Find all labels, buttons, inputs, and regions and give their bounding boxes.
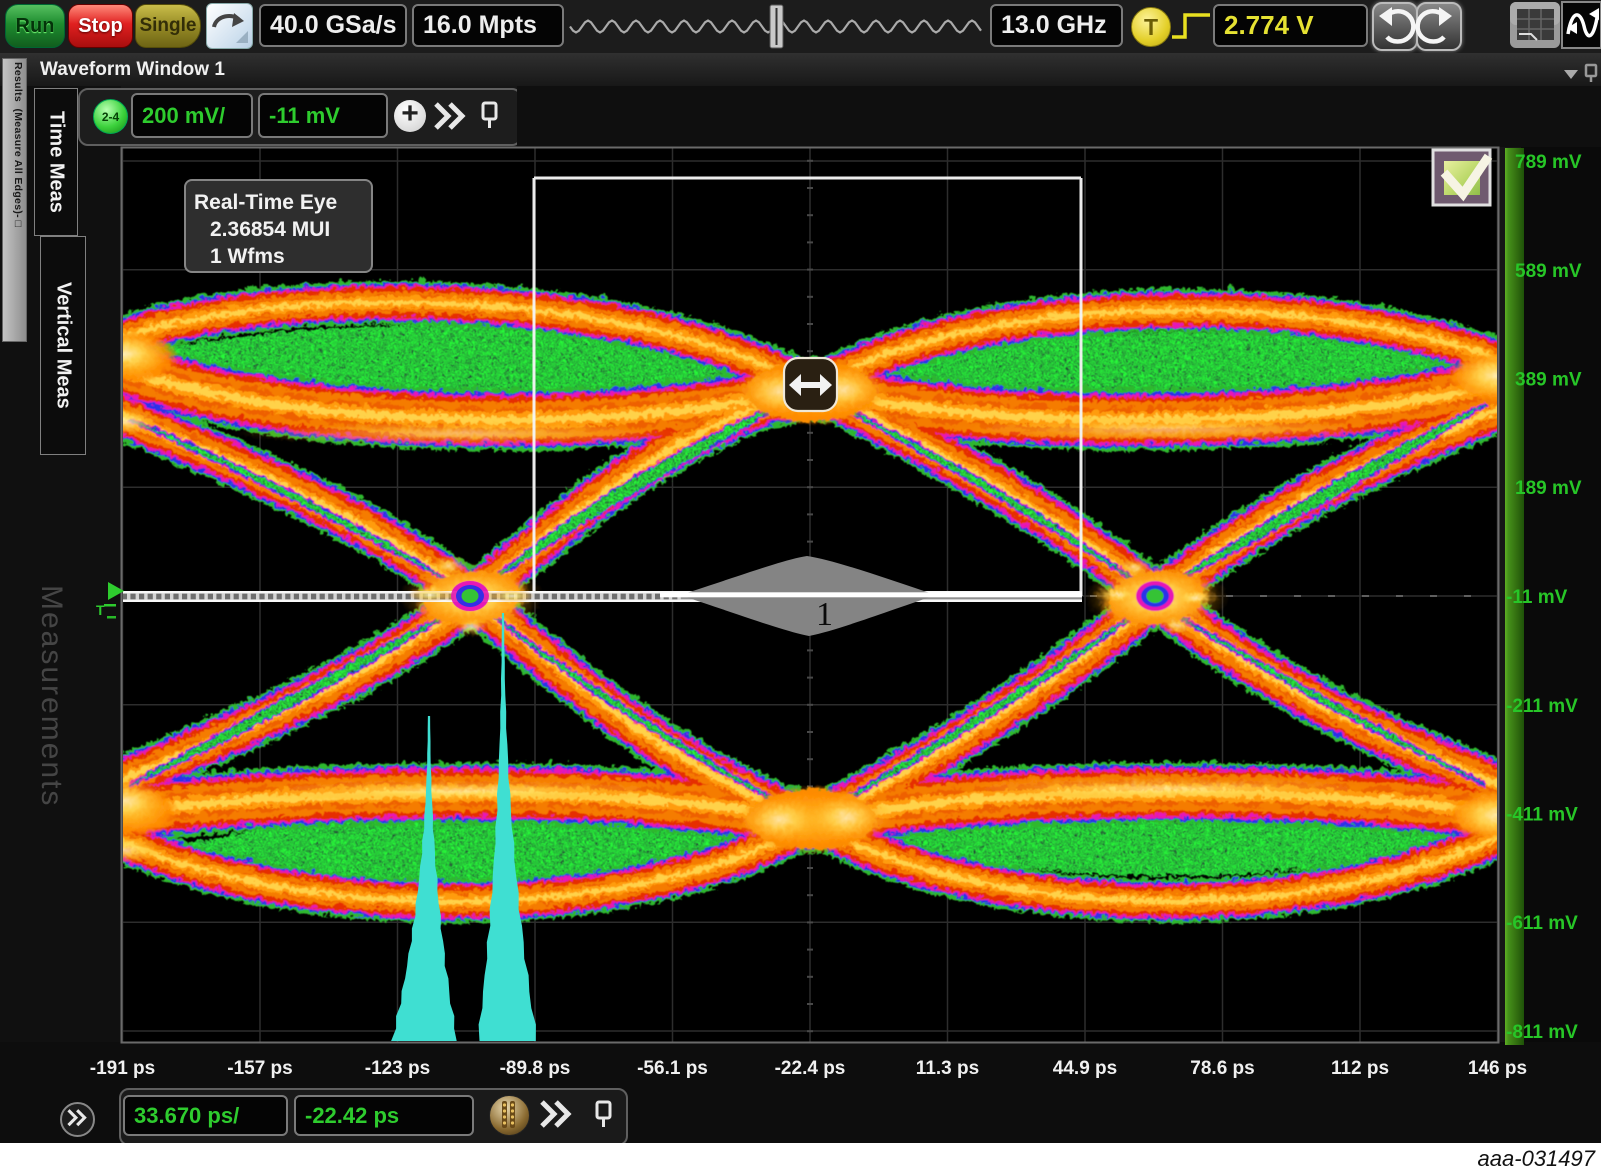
svg-text:1: 1 — [816, 596, 833, 633]
svg-text:-811 mV: -811 mV — [1506, 1022, 1578, 1043]
svg-text:389 mV: 389 mV — [1515, 370, 1582, 391]
svg-text:-411 mV: -411 mV — [1506, 805, 1578, 826]
svg-text:146 ps: 146 ps — [1468, 1058, 1527, 1079]
svg-text:78.6 ps: 78.6 ps — [1190, 1058, 1254, 1079]
svg-text:Real-Time Eye: Real-Time Eye — [194, 191, 337, 214]
svg-text:-211 mV: -211 mV — [1506, 696, 1578, 717]
svg-text:-611 mV: -611 mV — [1506, 913, 1578, 934]
svg-text:-191 ps: -191 ps — [90, 1058, 155, 1079]
svg-text:-11 mV: -11 mV — [1506, 587, 1568, 608]
svg-text:589 mV: 589 mV — [1515, 261, 1582, 282]
svg-text:-56.1 ps: -56.1 ps — [637, 1058, 708, 1079]
svg-text:2.36854 MUI: 2.36854 MUI — [210, 218, 330, 241]
svg-text:-123 ps: -123 ps — [365, 1058, 430, 1079]
svg-text:112 ps: 112 ps — [1331, 1058, 1389, 1079]
svg-text:11.3 ps: 11.3 ps — [916, 1058, 979, 1079]
svg-text:789 mV: 789 mV — [1515, 152, 1582, 173]
svg-text:189 mV: 189 mV — [1515, 478, 1582, 499]
svg-text:T: T — [96, 602, 105, 618]
svg-text:-22.4 ps: -22.4 ps — [775, 1058, 846, 1079]
svg-text:1 Wfms: 1 Wfms — [210, 245, 285, 268]
svg-text:44.9 ps: 44.9 ps — [1053, 1058, 1117, 1079]
svg-text:-157 ps: -157 ps — [227, 1058, 292, 1079]
svg-text:-89.8 ps: -89.8 ps — [500, 1058, 571, 1079]
